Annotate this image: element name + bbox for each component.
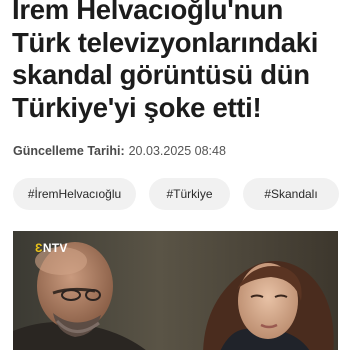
tag-skandali[interactable]: #Skandalı	[243, 178, 339, 210]
video-thumbnail[interactable]: ƐNTV	[13, 231, 338, 350]
update-date-value: 20.03.2025 08:48	[128, 144, 226, 158]
update-date-label: Güncelleme Tarihi:	[13, 144, 125, 158]
tag-irem-helvacioglu[interactable]: #İremHelvacıoğlu	[13, 178, 136, 210]
article-page: İrem Helvacıoğlu'nun Türk televizyonları…	[0, 0, 350, 350]
tag-turkiye[interactable]: #Türkiye	[149, 178, 230, 210]
ntv-logo: ƐNTV	[35, 241, 68, 255]
article-headline: İrem Helvacıoğlu'nun Türk televizyonları…	[12, 0, 319, 123]
update-date: Güncelleme Tarihi: 20.03.2025 08:48	[13, 144, 226, 158]
ntv-logo-text: NTV	[42, 241, 68, 255]
ntv-logo-mark: Ɛ	[35, 241, 43, 255]
